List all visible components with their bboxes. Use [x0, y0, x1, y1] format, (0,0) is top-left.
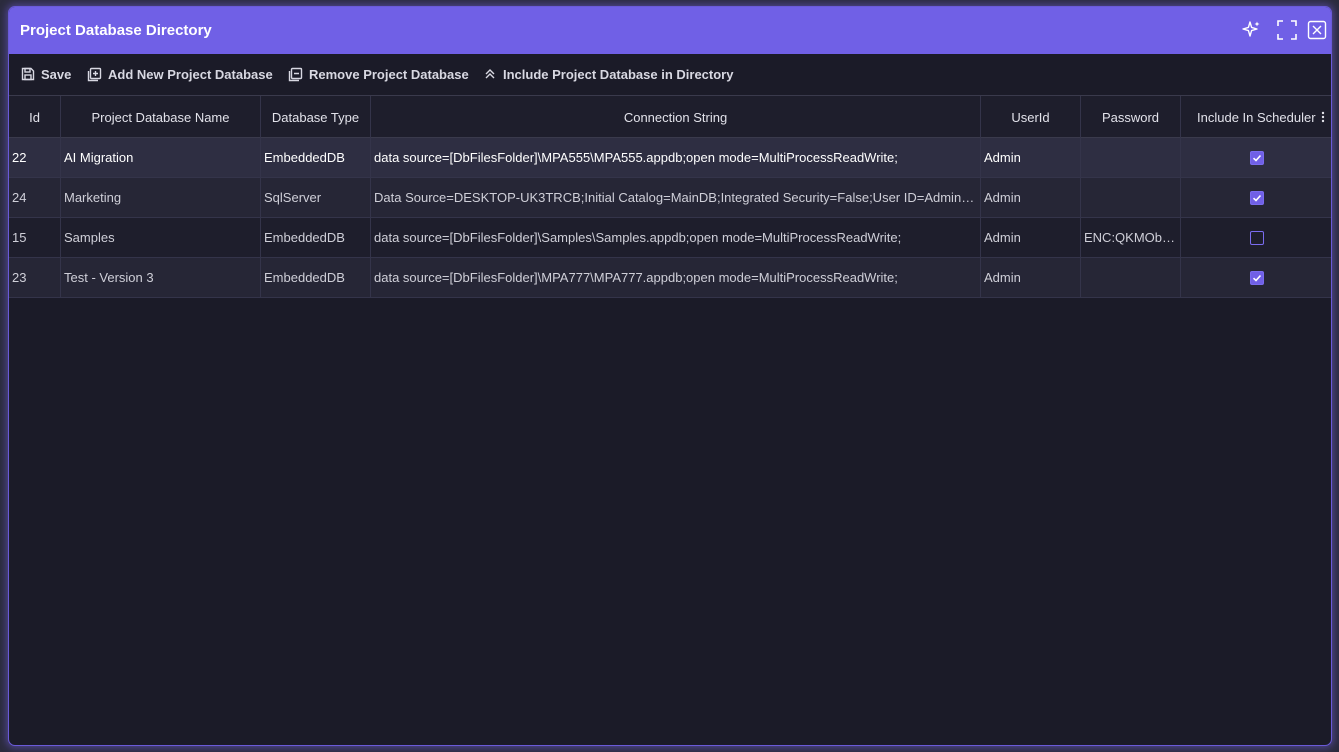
add-project-database-button[interactable]: Add New Project Database: [87, 62, 273, 86]
cell-id-text: 24: [12, 190, 27, 205]
cell-scheduler: [1181, 258, 1331, 297]
cell-type-text: EmbeddedDB: [264, 150, 345, 165]
checkmark-icon: [1252, 154, 1262, 162]
cell-userid[interactable]: Admin: [981, 258, 1081, 297]
cell-type[interactable]: EmbeddedDB: [261, 218, 371, 257]
cell-password-text: ENC:QKMObC…: [1084, 230, 1177, 245]
cell-name-text: Samples: [64, 230, 115, 245]
include-project-database-button[interactable]: Include Project Database in Directory: [483, 62, 733, 86]
column-header-id[interactable]: Id: [9, 96, 61, 138]
include-in-scheduler-checkbox[interactable]: [1250, 190, 1264, 205]
checkmark-icon: [1252, 194, 1262, 202]
cell-connection[interactable]: data source=[DbFilesFolder]\MPA555\MPA55…: [371, 138, 981, 177]
cell-type[interactable]: SqlServer: [261, 178, 371, 217]
column-header-connection[interactable]: Connection String: [371, 96, 981, 138]
cell-connection[interactable]: Data Source=DESKTOP-UK3TRCB;Initial Cata…: [371, 178, 981, 217]
checkmark-icon: [1252, 274, 1262, 282]
cell-userid[interactable]: Admin: [981, 178, 1081, 217]
cell-userid-text: Admin: [984, 230, 1021, 245]
cell-userid-text: Admin: [984, 190, 1021, 205]
save-label: Save: [41, 66, 72, 82]
cell-userid-text: Admin: [984, 270, 1021, 285]
cell-userid[interactable]: Admin: [981, 138, 1081, 177]
toolbar: Save Add New Project Database Remove Pro…: [9, 54, 1331, 95]
column-header-type[interactable]: Database Type: [261, 96, 371, 138]
cell-connection-text: data source=[DbFilesFolder]\Samples\Samp…: [374, 230, 902, 245]
cell-type-text: SqlServer: [264, 190, 322, 205]
fullscreen-icon[interactable]: [1276, 19, 1298, 41]
cell-userid-text: Admin: [984, 150, 1021, 165]
include-in-scheduler-checkbox[interactable]: [1250, 150, 1264, 165]
cell-name-text: AI Migration: [64, 150, 134, 165]
remove-database-icon: [288, 67, 303, 81]
cell-id[interactable]: 24: [9, 178, 61, 217]
cell-password[interactable]: ENC:QKMObC…: [1081, 218, 1181, 257]
cell-name[interactable]: Test - Version 3: [61, 258, 261, 297]
cell-id-text: 23: [12, 270, 27, 285]
project-database-grid: Id Project Database Name Database Type C…: [9, 95, 1331, 745]
table-row[interactable]: 22 AI Migration EmbeddedDB data source=[DbF…: [9, 138, 1331, 178]
cell-connection[interactable]: data source=[DbFilesFolder]\Samples\Samp…: [371, 218, 981, 257]
cell-password[interactable]: [1081, 178, 1181, 217]
cell-type-text: EmbeddedDB: [264, 230, 345, 245]
double-chevron-up-icon: [485, 69, 495, 79]
sparkle-icon[interactable]: [1241, 19, 1263, 41]
cell-scheduler: [1181, 178, 1331, 217]
column-menu-icon[interactable]: [1321, 111, 1325, 123]
column-header-password[interactable]: Password: [1081, 96, 1181, 138]
cell-name-text: Marketing: [64, 190, 122, 205]
cell-scheduler: [1181, 218, 1331, 257]
cell-connection-text: Data Source=DESKTOP-UK3TRCB;Initial Cata…: [374, 190, 977, 205]
remove-label: Remove Project Database: [309, 66, 469, 82]
cell-name-text: Test - Version 3: [64, 270, 154, 285]
cell-password[interactable]: [1081, 138, 1181, 177]
cell-connection[interactable]: data source=[DbFilesFolder]\MPA777\MPA77…: [371, 258, 981, 297]
project-database-directory-dialog: Project Database Directory Save Add New …: [8, 6, 1332, 746]
column-header-userid[interactable]: UserId: [981, 96, 1081, 138]
add-label: Add New Project Database: [108, 66, 273, 82]
cell-name[interactable]: Samples: [61, 218, 261, 257]
cell-id-text: 15: [12, 230, 27, 245]
cell-connection-text: data source=[DbFilesFolder]\MPA555\MPA55…: [374, 150, 898, 165]
cell-type[interactable]: EmbeddedDB: [261, 258, 371, 297]
include-in-scheduler-checkbox[interactable]: [1250, 230, 1264, 245]
table-row[interactable]: 23 Test - Version 3 EmbeddedDB data source=…: [9, 258, 1331, 298]
cell-id-text: 22: [12, 150, 27, 165]
cell-userid[interactable]: Admin: [981, 218, 1081, 257]
cell-type-text: EmbeddedDB: [264, 270, 345, 285]
dialog-title: Project Database Directory: [20, 22, 212, 39]
grid-header: Id Project Database Name Database Type C…: [9, 96, 1331, 138]
cell-id[interactable]: 15: [9, 218, 61, 257]
include-label: Include Project Database in Directory: [503, 66, 734, 82]
cell-scheduler: [1181, 138, 1331, 177]
remove-project-database-button[interactable]: Remove Project Database: [288, 62, 469, 86]
table-row[interactable]: 24 Marketing SqlServer Data Source=DESKTOP-…: [9, 178, 1331, 218]
include-in-scheduler-checkbox[interactable]: [1250, 270, 1264, 285]
column-header-scheduler[interactable]: Include In Scheduler: [1181, 96, 1331, 138]
column-header-name[interactable]: Project Database Name: [61, 96, 261, 138]
cell-connection-text: data source=[DbFilesFolder]\MPA777\MPA77…: [374, 270, 898, 285]
cell-name[interactable]: Marketing: [61, 178, 261, 217]
cell-id[interactable]: 22: [9, 138, 61, 177]
title-bar[interactable]: Project Database Directory: [9, 7, 1331, 54]
cell-password[interactable]: [1081, 258, 1181, 297]
save-button[interactable]: Save: [21, 62, 71, 86]
table-row[interactable]: 15 Samples EmbeddedDB data source=[DbFilesF…: [9, 218, 1331, 258]
cell-id[interactable]: 23: [9, 258, 61, 297]
save-icon: [21, 67, 35, 81]
column-header-scheduler-label: Include In Scheduler: [1197, 109, 1316, 125]
cell-name[interactable]: AI Migration: [61, 138, 261, 177]
close-icon[interactable]: [1306, 19, 1328, 41]
cell-type[interactable]: EmbeddedDB: [261, 138, 371, 177]
add-database-icon: [87, 67, 102, 81]
